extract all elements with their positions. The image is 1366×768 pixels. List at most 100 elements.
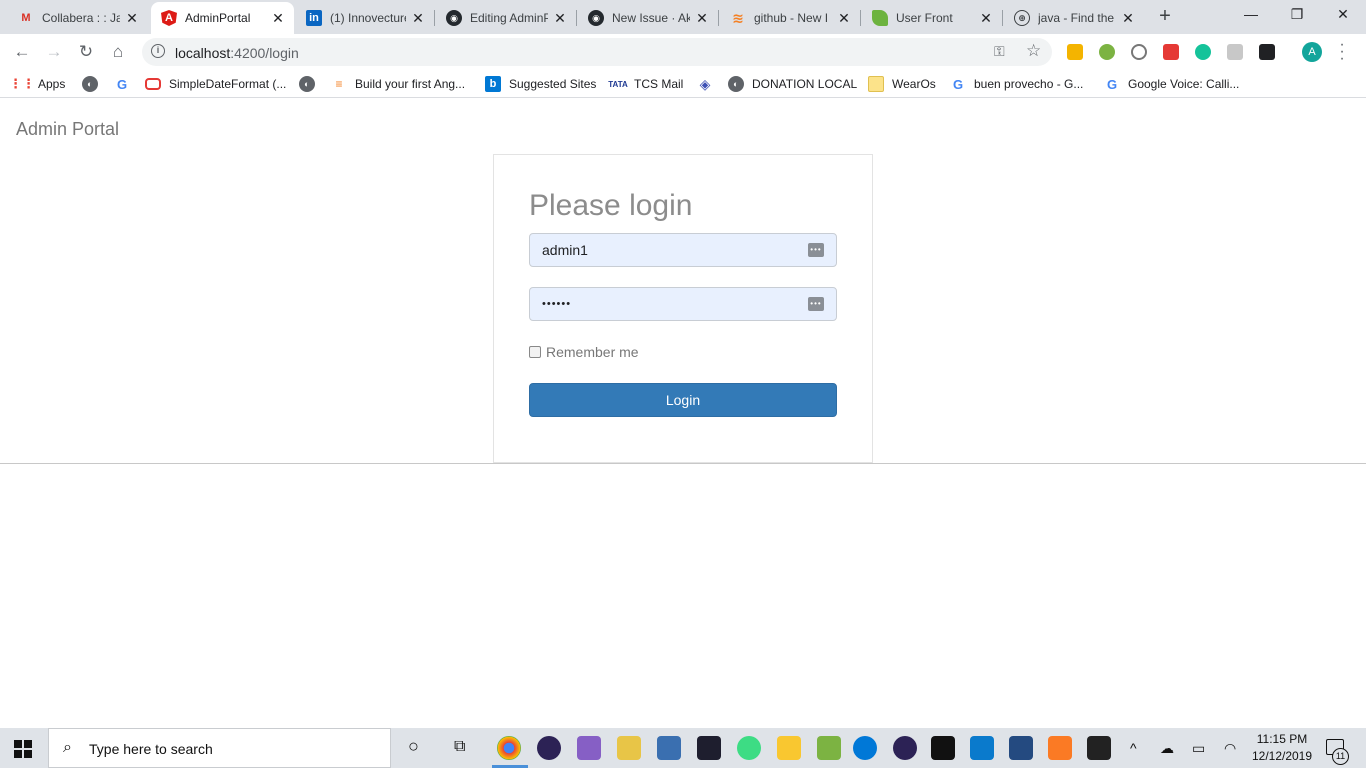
minimize-button[interactable]: — — [1238, 4, 1264, 26]
tab-adminportal[interactable]: A AdminPortal ✕ — [151, 2, 294, 34]
android-studio-taskbar-icon[interactable] — [737, 736, 761, 760]
battery-icon[interactable]: ▭ — [1192, 740, 1205, 757]
bookmark-tcs-mail[interactable]: TATA TCS Mail — [608, 76, 683, 92]
github-icon: ◉ — [446, 10, 462, 26]
close-icon[interactable]: ✕ — [978, 10, 994, 26]
bookmark-suggested-sites[interactable]: b Suggested Sites — [485, 76, 596, 92]
bookmark-label: Google Voice: Calli... — [1128, 77, 1240, 91]
tab-title: Collabera : : Ja — [42, 11, 120, 25]
bookmark-label: Suggested Sites — [509, 77, 597, 91]
bookmark-star-icon[interactable]: ☆ — [1026, 41, 1041, 61]
close-icon[interactable]: ✕ — [552, 10, 568, 26]
linkedin-icon: in — [306, 10, 322, 26]
extension-terminal-icon[interactable] — [1259, 44, 1275, 60]
tab-github-editing[interactable]: ◉ Editing AdminP ✕ — [436, 2, 576, 34]
globe-icon: ◐ — [728, 76, 744, 92]
tab-github-issue[interactable]: ◉ New Issue · Ak ✕ — [578, 2, 718, 34]
forward-button[interactable]: → — [42, 40, 66, 64]
tool-taskbar-icon[interactable] — [617, 736, 641, 760]
login-button[interactable]: Login — [529, 383, 837, 417]
visual-studio-taskbar-icon[interactable] — [577, 736, 601, 760]
password-manager-icon[interactable]: ••• — [808, 243, 824, 257]
reload-button[interactable]: ↻ — [74, 40, 98, 64]
info-icon[interactable]: i — [151, 44, 165, 58]
tata-icon: TATA — [608, 79, 628, 89]
username-input[interactable]: admin1 ••• — [529, 233, 837, 267]
close-icon[interactable]: ✕ — [410, 10, 426, 26]
bookmark-simpledateformat[interactable]: SimpleDateFormat (... — [145, 76, 286, 92]
divider — [0, 463, 1366, 464]
remember-me-label: Remember me — [546, 344, 639, 360]
extension-check-icon[interactable] — [1099, 44, 1115, 60]
xampp-taskbar-icon[interactable] — [1048, 736, 1072, 760]
close-icon[interactable]: ✕ — [270, 10, 286, 26]
tab-linkedin[interactable]: in (1) Innovecture ✕ — [296, 2, 434, 34]
bookmark-google-1[interactable]: G — [114, 76, 138, 92]
extension-pocket-icon[interactable] — [1163, 44, 1179, 60]
bookmark-apps[interactable]: ⋮⋮ Apps — [9, 76, 65, 92]
chevron-up-icon[interactable]: ^ — [1130, 740, 1137, 756]
tab-title: User Front — [896, 11, 953, 25]
bookmark-globe-2[interactable]: ◐ — [299, 76, 323, 92]
extension-grammarly-icon[interactable] — [1195, 44, 1211, 60]
notepad-taskbar-icon[interactable] — [817, 736, 841, 760]
eclipse-taskbar-icon[interactable] — [537, 736, 561, 760]
extension-notes-icon[interactable] — [1067, 44, 1083, 60]
file-explorer-taskbar-icon[interactable] — [777, 736, 801, 760]
navbar-brand[interactable]: Admin Portal — [16, 119, 119, 140]
onedrive-icon[interactable]: ☁ — [1160, 740, 1174, 757]
wifi-icon[interactable]: ◠ — [1224, 740, 1236, 757]
bookmark-build-angular[interactable]: ≡ Build your first Ang... — [331, 76, 465, 92]
close-icon[interactable]: ✕ — [124, 10, 140, 26]
bookmark-diamond[interactable]: ◈ — [697, 76, 721, 92]
intellij-taskbar-icon[interactable] — [697, 736, 721, 760]
bookmark-wearos[interactable]: WearOs — [868, 76, 936, 92]
cmd-taskbar-icon[interactable] — [931, 736, 955, 760]
more-menu-icon[interactable]: · · · — [1336, 37, 1348, 67]
bookmark-donation-local[interactable]: ◐ DONATION LOCAL — [728, 76, 857, 92]
close-icon[interactable]: ✕ — [836, 10, 852, 26]
password-input[interactable]: •••••• ••• — [529, 287, 837, 321]
address-bar[interactable]: i localhost:4200/login ⚿ ☆ — [142, 38, 1052, 66]
key-icon[interactable]: ⚿ — [994, 43, 1005, 60]
restore-button[interactable]: ❐ — [1284, 4, 1310, 26]
profile-avatar[interactable]: A — [1302, 42, 1322, 62]
extension-gray-icon[interactable] — [1227, 44, 1243, 60]
bookmark-globe-1[interactable]: ◐ — [82, 76, 106, 92]
remember-me[interactable]: Remember me — [529, 344, 639, 360]
close-icon[interactable]: ✕ — [1120, 10, 1136, 26]
notification-count: 11 — [1332, 748, 1349, 765]
tab-collabera[interactable]: M Collabera : : Ja ✕ — [8, 2, 148, 34]
tab-stackoverflow[interactable]: ≋ github - New I ✕ — [720, 2, 860, 34]
close-window-button[interactable]: ✕ — [1330, 4, 1356, 26]
tab-user-front[interactable]: User Front ✕ — [862, 2, 1002, 34]
address-url[interactable]: localhost:4200/login — [175, 45, 299, 61]
close-icon[interactable]: ✕ — [694, 10, 710, 26]
photos-taskbar-icon[interactable] — [1087, 736, 1111, 760]
bookmark-label: SimpleDateFormat (... — [169, 77, 287, 91]
bookmark-google-voice[interactable]: G Google Voice: Calli... — [1104, 76, 1239, 92]
home-button[interactable]: ⌂ — [106, 40, 130, 64]
eclipse-2-taskbar-icon[interactable] — [893, 736, 917, 760]
taskbar-clock[interactable]: 11:15 PM 12/12/2019 — [1246, 731, 1318, 765]
tab-title: (1) Innovecture — [330, 11, 406, 25]
bookmark-label: buen provecho - G... — [974, 77, 1084, 91]
stackoverflow-icon: ≋ — [732, 9, 744, 26]
cortana-icon[interactable]: ○ — [408, 736, 419, 757]
chrome-taskbar-icon[interactable] — [497, 736, 521, 760]
windows-start-icon[interactable] — [14, 740, 32, 758]
tab-java-find[interactable]: ⊕ java - Find the ✕ — [1004, 2, 1144, 34]
new-tab-button[interactable]: + — [1155, 6, 1175, 27]
edge-taskbar-icon[interactable] — [853, 736, 877, 760]
task-view-icon[interactable]: ⧉ — [454, 738, 465, 756]
vscode-taskbar-icon[interactable] — [970, 736, 994, 760]
mysql-taskbar-icon[interactable] — [1009, 736, 1033, 760]
bookmark-buen-provecho[interactable]: G buen provecho - G... — [950, 76, 1083, 92]
taskbar-search[interactable]: ⌕ Type here to search — [48, 728, 391, 768]
virtualbox-taskbar-icon[interactable] — [657, 736, 681, 760]
tab-title: java - Find the — [1038, 11, 1115, 25]
back-button[interactable]: ← — [10, 40, 34, 64]
password-manager-icon[interactable]: ••• — [808, 297, 824, 311]
remember-me-checkbox[interactable] — [529, 346, 541, 358]
extension-link-icon[interactable] — [1131, 44, 1147, 60]
